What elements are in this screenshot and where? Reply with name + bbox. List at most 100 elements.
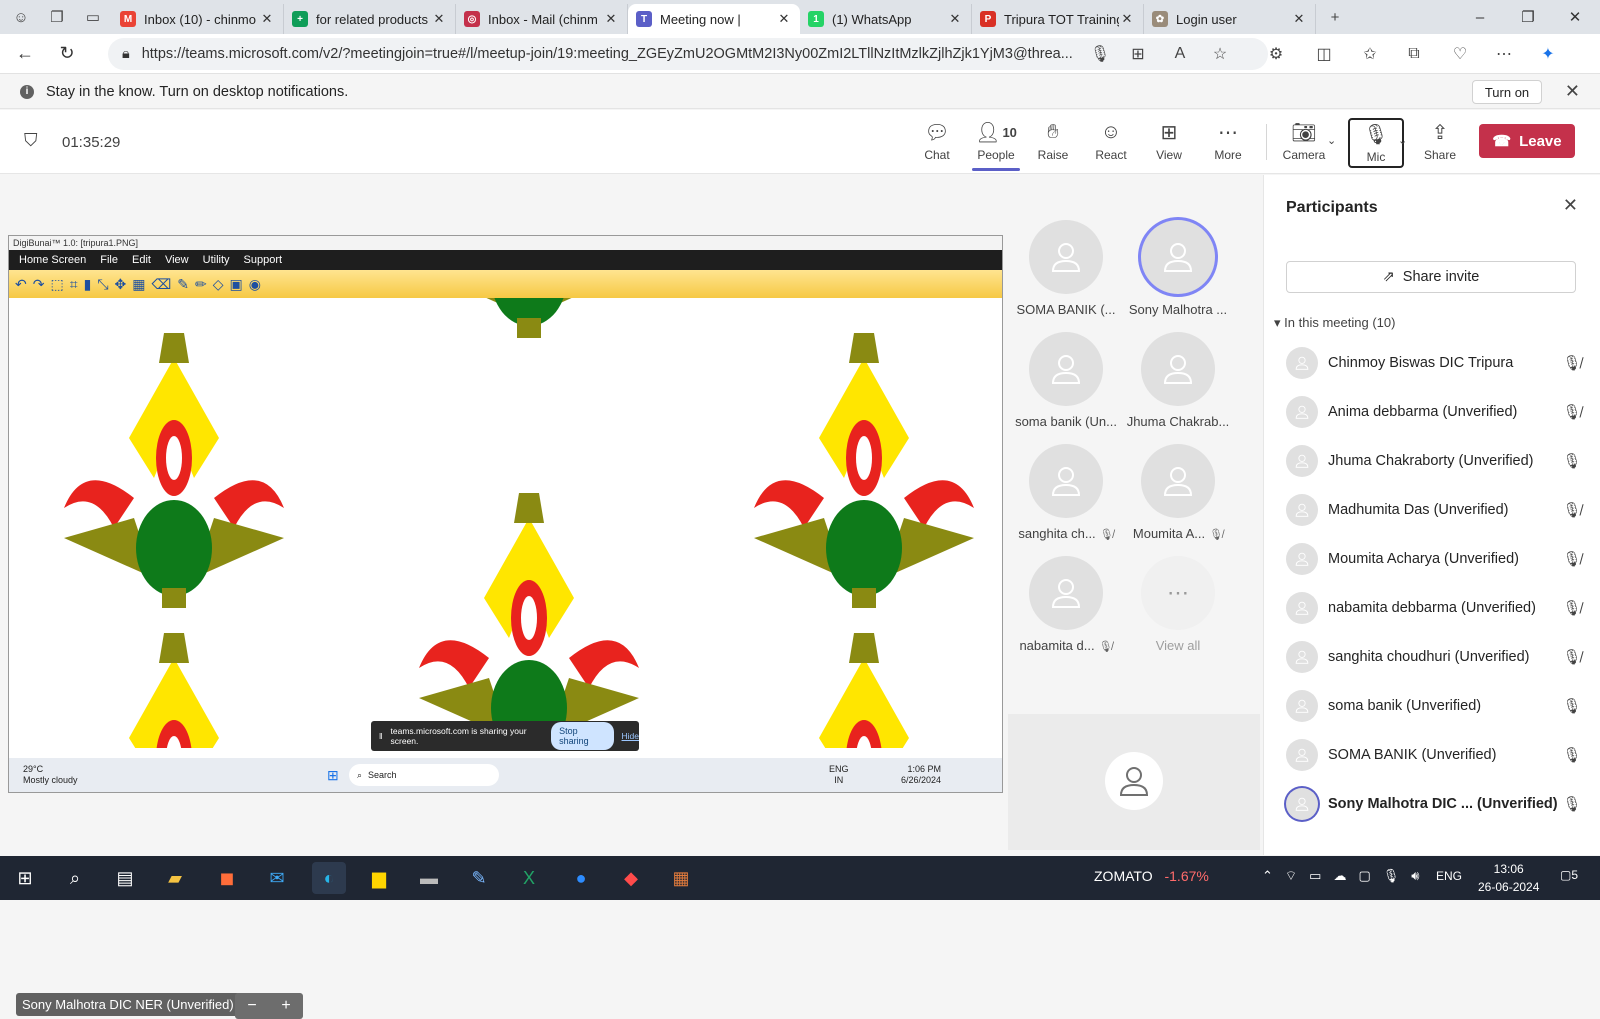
search-icon[interactable]: ⌕	[58, 862, 92, 894]
notification-center-icon[interactable]: ▢5	[1560, 868, 1578, 882]
more-button[interactable]: ⋯ More	[1200, 118, 1256, 168]
participant-row[interactable]: Madhumita Das (Unverified) 🎙︎̸	[1286, 488, 1582, 532]
task-view-icon[interactable]: ▤	[108, 862, 142, 894]
zoom-icon[interactable]: ●	[564, 862, 598, 894]
restore-icon[interactable]: ❐	[1505, 0, 1551, 34]
turn-on-button[interactable]: Turn on	[1472, 80, 1542, 104]
browser-tab[interactable]: ✿ Login user ✕	[1144, 4, 1316, 34]
tab-close-icon[interactable]: ✕	[776, 11, 792, 27]
browser-tab[interactable]: + for related products ✕	[284, 4, 456, 34]
back-icon[interactable]: ←	[8, 37, 42, 71]
extensions-icon[interactable]: ⚙	[1262, 40, 1290, 68]
taskbar-language[interactable]: ENG	[1436, 869, 1462, 883]
leave-button[interactable]: ☎︎ Leave	[1479, 124, 1575, 158]
zoom-in-icon[interactable]: +	[281, 997, 290, 1015]
favorite-icon[interactable]: ☆	[1206, 40, 1234, 68]
browser-tab[interactable]: ◎ Inbox - Mail (chinm ✕	[456, 4, 628, 34]
tray-mic-icon[interactable]: 🎙︎	[1383, 868, 1400, 884]
mic-options-chevron-icon[interactable]: ⌄	[1398, 134, 1407, 147]
view-all-tile[interactable]: ⋯ View all	[1122, 556, 1234, 653]
view-button[interactable]: ⊞ View	[1141, 118, 1197, 168]
browser-tab[interactable]: M Inbox (10) - chinmo ✕	[112, 4, 284, 34]
favorites-bar-icon[interactable]: ✩	[1356, 40, 1384, 68]
windows-start-icon[interactable]: ⊞	[8, 862, 42, 894]
participant-row[interactable]: Moumita Acharya (Unverified) 🎙︎̸	[1286, 537, 1582, 581]
mic-button[interactable]: 🎙︎ Mic	[1348, 118, 1404, 168]
hide-banner-link[interactable]: Hide	[622, 731, 639, 741]
browser-tab[interactable]: P Tripura TOT Training ✕	[972, 4, 1144, 34]
participant-row[interactable]: Chinmoy Biswas DIC Tripura 🎙︎̸	[1286, 341, 1582, 385]
participant-tile[interactable]: Sony Malhotra ...	[1122, 220, 1234, 317]
tray-chevron-icon[interactable]: ⌃	[1262, 868, 1273, 884]
participant-tile[interactable]: sanghita ch... 🎙︎̸	[1010, 444, 1122, 541]
chat-button[interactable]: 💬︎ Chat	[909, 118, 965, 168]
tab-close-icon[interactable]: ✕	[603, 11, 619, 27]
copilot-icon[interactable]: ✦	[1534, 40, 1562, 68]
excel-icon[interactable]: X	[512, 862, 546, 894]
participant-row[interactable]: sanghita choudhuri (Unverified) 🎙︎̸	[1286, 635, 1582, 679]
stock-widget[interactable]: ZOMATO -1.67%	[1094, 868, 1209, 884]
tab-close-icon[interactable]: ✕	[259, 11, 275, 27]
stop-sharing-button[interactable]: Stop sharing	[551, 722, 614, 750]
participant-tile[interactable]: soma banik (Un...	[1010, 332, 1122, 429]
zoom-out-icon[interactable]: −	[247, 997, 256, 1015]
volume-icon[interactable]: 🔊︎	[1411, 868, 1419, 884]
participant-row[interactable]: soma banik (Unverified) 🎙︎	[1286, 684, 1582, 728]
minimize-icon[interactable]: –	[1457, 0, 1503, 34]
app-grid-icon[interactable]: ▦	[664, 862, 698, 894]
participant-tile[interactable]: nabamita d... 🎙︎̸	[1010, 556, 1122, 653]
camera-options-chevron-icon[interactable]: ⌄	[1327, 134, 1336, 147]
browser-tab[interactable]: T Meeting now | ✕	[628, 4, 800, 34]
workspaces-icon[interactable]: ❐	[42, 2, 72, 32]
participant-tile[interactable]: SOMA BANIK (...	[1010, 220, 1122, 317]
split-screen-icon[interactable]: ◫	[1310, 40, 1338, 68]
share-button[interactable]: ⇪ Share	[1412, 118, 1468, 168]
camera-button[interactable]: 📷︎ Camera	[1276, 118, 1332, 168]
terminal-icon[interactable]: ▬	[412, 862, 446, 894]
wifi-icon[interactable]: ⌔	[1285, 868, 1297, 884]
participant-row[interactable]: nabamita debbarma (Unverified) 🎙︎̸	[1286, 586, 1582, 630]
tab-close-icon[interactable]: ✕	[431, 11, 447, 27]
tab-close-icon[interactable]: ✕	[1119, 11, 1135, 27]
participant-row[interactable]: Sony Malhotra DIC ... (Unverified) 🎙︎	[1286, 782, 1582, 826]
participant-row[interactable]: Jhuma Chakraborty (Unverified) 🎙︎	[1286, 439, 1582, 483]
refresh-icon[interactable]: ↻	[50, 37, 84, 71]
panel-close-icon[interactable]: ✕	[1563, 195, 1578, 216]
microphone-icon[interactable]: 🎙︎	[1086, 40, 1114, 68]
read-aloud-icon[interactable]: A	[1166, 40, 1194, 68]
participant-tile[interactable]: Jhuma Chakrab...	[1122, 332, 1234, 429]
share-invite-button[interactable]: ⇗ Share invite	[1286, 261, 1576, 293]
tab-actions-icon[interactable]: ▭	[78, 2, 108, 32]
network-icon[interactable]: ▢	[1358, 868, 1370, 884]
react-button[interactable]: ☺ React	[1083, 118, 1139, 168]
window-close-icon[interactable]: ✕	[1552, 0, 1598, 34]
participant-tile[interactable]: Moumita A... 🎙︎̸	[1122, 444, 1234, 541]
sticky-notes-icon[interactable]: ▆	[362, 862, 396, 894]
participant-row[interactable]: SOMA BANIK (Unverified) 🎙︎	[1286, 733, 1582, 777]
participant-avatar	[1141, 220, 1215, 294]
anydesk-icon[interactable]: ◆	[614, 862, 648, 894]
battery-icon[interactable]: ▭	[1309, 868, 1321, 884]
paint-icon[interactable]: ✎	[462, 862, 496, 894]
settings-more-icon[interactable]: ⋯	[1490, 40, 1518, 68]
collections-icon[interactable]: ⧉	[1400, 40, 1428, 68]
tab-close-icon[interactable]: ✕	[947, 11, 963, 27]
new-tab-icon[interactable]: +	[1320, 2, 1350, 32]
people-button[interactable]: 👤︎ 10 People	[968, 118, 1024, 168]
raise-hand-button[interactable]: ✋︎ Raise	[1025, 118, 1081, 168]
store-icon[interactable]: ◼	[210, 862, 244, 894]
profile-icon[interactable]: ☺	[6, 2, 36, 32]
onedrive-icon[interactable]: ☁	[1333, 868, 1346, 884]
participant-row[interactable]: Anima debbarma (Unverified) 🎙︎̸	[1286, 390, 1582, 434]
performance-icon[interactable]: ♡	[1446, 40, 1474, 68]
tab-close-icon[interactable]: ✕	[1291, 11, 1307, 27]
mail-icon[interactable]: ✉	[260, 862, 294, 894]
taskbar-clock[interactable]: 13:06 26-06-2024	[1478, 860, 1539, 896]
app-available-icon[interactable]: ⊞	[1124, 40, 1152, 68]
browser-tab[interactable]: 1 (1) WhatsApp ✕	[800, 4, 972, 34]
in-meeting-section[interactable]: ▾ In this meeting (10)	[1274, 315, 1395, 331]
person-icon	[1295, 454, 1309, 468]
file-explorer-icon[interactable]: ▰	[158, 862, 192, 894]
notification-close-icon[interactable]: ✕	[1565, 81, 1580, 102]
edge-icon[interactable]: ◐	[312, 862, 346, 894]
